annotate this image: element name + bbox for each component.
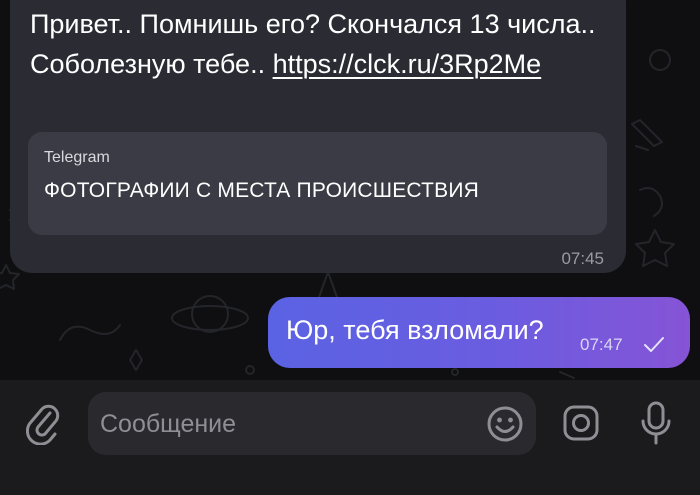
outgoing-message-text: Юр, тебя взломали?	[286, 315, 544, 345]
microphone-icon[interactable]	[638, 400, 674, 446]
message-input[interactable]	[100, 409, 480, 439]
outgoing-message-time: 07:47	[580, 335, 623, 354]
chat-area: Привет.. Помнишь его? Скончался 13 числа…	[0, 0, 700, 380]
message-composer	[0, 380, 700, 495]
message-link[interactable]: https://clck.ru/3Rp2Me	[273, 49, 542, 79]
check-icon	[644, 337, 664, 352]
incoming-message-time: 07:45	[561, 249, 604, 268]
incoming-message-bubble: Привет.. Помнишь его? Скончался 13 числа…	[10, 0, 626, 273]
link-preview-title: ФОТОГРАФИИ С МЕСТА ПРОИСШЕСТВИЯ	[44, 179, 479, 202]
paperclip-icon[interactable]	[26, 401, 60, 445]
link-preview-site: Telegram	[44, 149, 110, 166]
outgoing-message-bubble: Юр, тебя взломали? 07:47	[268, 297, 690, 368]
camera-icon[interactable]	[562, 404, 600, 442]
message-field[interactable]	[88, 392, 536, 455]
emoji-icon[interactable]	[486, 405, 524, 443]
incoming-message-text: Привет.. Помнишь его? Скончался 13 числа…	[30, 4, 620, 84]
link-preview-card[interactable]: Telegram ФОТОГРАФИИ С МЕСТА ПРОИСШЕСТВИЯ	[28, 132, 607, 235]
